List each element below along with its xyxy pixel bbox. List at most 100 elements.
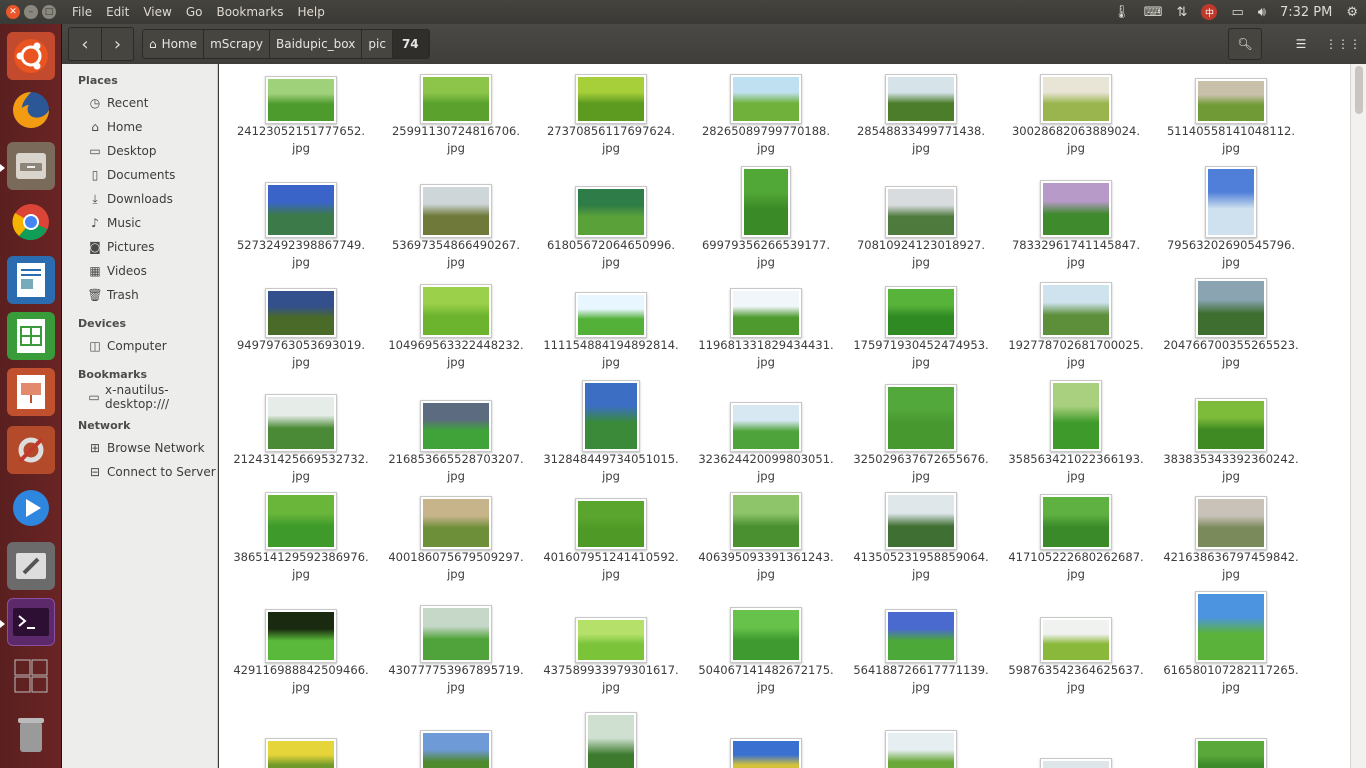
sidebar-item-home[interactable]: ⌂ Home <box>62 115 217 139</box>
file-name[interactable]: 192778702681700025. jpg <box>1001 337 1151 371</box>
media-player-icon[interactable] <box>7 484 55 532</box>
menu-help[interactable]: Help <box>298 5 325 19</box>
file-thumbnail[interactable] <box>1156 398 1306 452</box>
menu-edit[interactable]: Edit <box>106 5 129 19</box>
file-thumbnail[interactable] <box>846 730 996 768</box>
calc-icon[interactable] <box>7 312 55 360</box>
file-thumbnail[interactable] <box>846 492 996 550</box>
file-name[interactable]: 94979763053693019. jpg <box>226 337 376 371</box>
file-thumbnail[interactable] <box>381 400 531 452</box>
files-icon[interactable] <box>7 142 55 190</box>
file-name[interactable]: 175971930452474953. jpg <box>846 337 996 371</box>
sidebar-item-connect-to-server[interactable]: ⊟ Connect to Server <box>62 460 217 484</box>
file-name[interactable]: 437589933979301617. jpg <box>536 662 686 696</box>
file-thumbnail[interactable] <box>536 712 686 768</box>
sidebar-item-desktop[interactable]: ▭ Desktop <box>62 139 217 163</box>
system-settings-icon[interactable] <box>7 426 55 474</box>
menu-go[interactable]: Go <box>186 5 203 19</box>
file-thumbnail[interactable] <box>1156 166 1306 238</box>
sidebar-item-music[interactable]: ♪ Music <box>62 211 217 235</box>
sidebar-item-videos[interactable]: ▦ Videos <box>62 259 217 283</box>
file-thumbnail[interactable] <box>1001 494 1151 550</box>
file-thumbnail[interactable] <box>226 394 376 452</box>
sidebar-item-recent[interactable]: ◷ Recent <box>62 91 217 115</box>
file-thumbnail[interactable] <box>1001 617 1151 663</box>
file-thumbnail[interactable] <box>1001 282 1151 338</box>
file-thumbnail[interactable] <box>846 286 996 338</box>
file-thumbnail[interactable] <box>691 166 841 238</box>
file-thumbnail[interactable] <box>226 738 376 768</box>
file-name[interactable]: 78332961741145847. jpg <box>1001 237 1151 271</box>
file-thumbnail[interactable] <box>381 74 531 124</box>
sidebar-item-x-nautilus-desktop[interactable]: ▭ x-nautilus-desktop:/// <box>62 383 217 411</box>
file-thumbnail[interactable] <box>536 498 686 550</box>
workspace-switcher-icon[interactable] <box>7 652 55 700</box>
file-name[interactable]: 429116988842509466. jpg <box>226 662 376 696</box>
breadcrumb-home[interactable]: ⌂ Home <box>143 30 205 58</box>
battery-icon[interactable]: ▭ <box>1231 5 1243 20</box>
file-name[interactable]: 53697354866490267. jpg <box>381 237 531 271</box>
firefox-icon[interactable] <box>7 86 55 134</box>
breadcrumb-mscrapy[interactable]: mScrapy <box>204 30 270 58</box>
file-thumbnail[interactable] <box>536 292 686 338</box>
file-thumbnail[interactable] <box>691 402 841 452</box>
close-window-button[interactable]: ✕ <box>6 5 20 19</box>
file-thumbnail[interactable] <box>226 288 376 338</box>
file-thumbnail[interactable] <box>381 730 531 768</box>
file-name[interactable]: 216853665528703207. jpg <box>381 451 531 485</box>
file-name[interactable]: 104969563322448232. jpg <box>381 337 531 371</box>
file-thumbnail[interactable] <box>1156 591 1306 663</box>
breadcrumb-baidupic-box[interactable]: Baidupic_box <box>269 30 363 58</box>
file-thumbnail[interactable] <box>846 609 996 663</box>
chrome-icon[interactable] <box>7 198 55 246</box>
file-name[interactable]: 406395093391361243. jpg <box>691 549 841 583</box>
file-thumbnail[interactable] <box>1001 758 1151 768</box>
file-name[interactable]: 401607951241410592. jpg <box>536 549 686 583</box>
file-name[interactable]: 212431425669532732. jpg <box>226 451 376 485</box>
volume-icon[interactable]: 🔊︎ <box>1258 5 1266 20</box>
file-name[interactable]: 616580107282117265. jpg <box>1156 662 1306 696</box>
file-thumbnail[interactable] <box>1001 380 1151 452</box>
file-name[interactable]: 70810924123018927. jpg <box>846 237 996 271</box>
input-method-icon[interactable]: 中 <box>1201 4 1218 20</box>
software-updater-icon[interactable] <box>7 542 55 590</box>
file-name[interactable]: 386514129592386976. jpg <box>226 549 376 583</box>
file-thumbnail[interactable] <box>536 74 686 124</box>
file-name[interactable]: 358563421022366193. jpg <box>1001 451 1151 485</box>
file-thumbnail[interactable] <box>536 380 686 452</box>
file-name[interactable]: 79563202690545796. jpg <box>1156 237 1306 271</box>
file-name[interactable]: 504067141482672175. jpg <box>691 662 841 696</box>
file-thumbnail[interactable] <box>846 186 996 238</box>
file-thumbnail[interactable] <box>1156 278 1306 338</box>
file-thumbnail[interactable] <box>1156 496 1306 550</box>
sidebar-item-downloads[interactable]: ⤓ Downloads <box>62 187 217 211</box>
forward-button[interactable]: › <box>101 28 133 60</box>
file-thumbnail[interactable] <box>1156 738 1306 768</box>
trash-icon[interactable] <box>7 710 55 758</box>
file-name[interactable]: 52732492398867749. jpg <box>226 237 376 271</box>
scrollbar-thumb[interactable] <box>1355 66 1363 114</box>
file-thumbnail[interactable] <box>691 288 841 338</box>
breadcrumb-pic[interactable]: pic <box>362 30 393 58</box>
file-name[interactable]: 598763542364625637. jpg <box>1001 662 1151 696</box>
menu-file[interactable]: File <box>72 5 92 19</box>
file-name[interactable]: 413505231958859064. jpg <box>846 549 996 583</box>
file-name[interactable]: 24123052151777652. jpg <box>226 123 376 157</box>
file-name[interactable]: 119681331829434431. jpg <box>691 337 841 371</box>
file-name[interactable]: 28548833499771438. jpg <box>846 123 996 157</box>
file-name[interactable]: 421638636797459842. jpg <box>1156 549 1306 583</box>
file-name[interactable]: 61805672064650996. jpg <box>536 237 686 271</box>
file-thumbnail[interactable] <box>226 492 376 550</box>
menu-view[interactable]: View <box>143 5 171 19</box>
file-thumbnail[interactable] <box>536 617 686 663</box>
file-thumbnail[interactable] <box>691 738 841 768</box>
ubuntu-dash-icon[interactable] <box>7 32 55 80</box>
file-thumbnail[interactable] <box>226 76 376 124</box>
sidebar-item-computer[interactable]: ◫ Computer <box>62 334 217 358</box>
sidebar-item-documents[interactable]: ▯ Documents <box>62 163 217 187</box>
file-thumbnail[interactable] <box>846 384 996 452</box>
clock-label[interactable]: 7:32 PM <box>1280 5 1332 20</box>
file-name[interactable]: 323624420099803051. jpg <box>691 451 841 485</box>
file-thumbnail[interactable] <box>226 609 376 663</box>
thermometer-icon[interactable]: 🌡︎ <box>1113 5 1130 20</box>
